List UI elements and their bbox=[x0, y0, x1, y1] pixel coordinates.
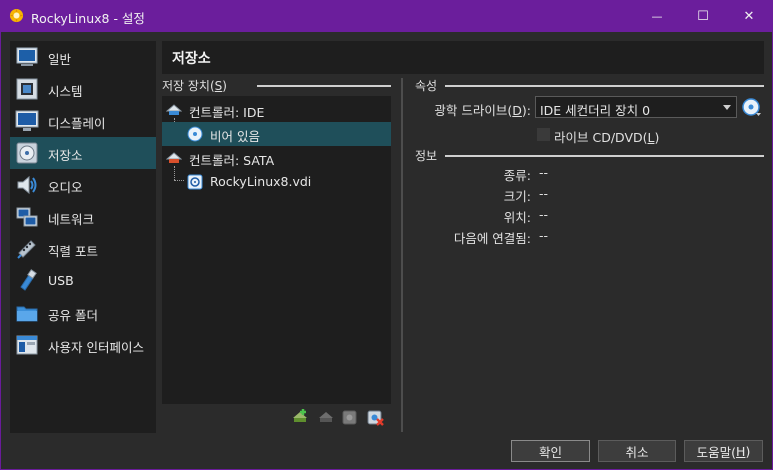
sidebar-item-label: 디스플레이 bbox=[48, 116, 106, 131]
optical-drive-label: 광학 드라이브(D): bbox=[434, 103, 531, 118]
info-type-label: 종류: bbox=[503, 168, 531, 183]
optical-drive-select-value: IDE 세컨더리 장치 0 bbox=[540, 103, 651, 118]
network-icon bbox=[16, 207, 38, 227]
close-button[interactable]: ✕ bbox=[726, 0, 772, 32]
info-section-label: 정보 bbox=[415, 147, 444, 164]
sidebar-item-label: 저장소 bbox=[48, 148, 83, 163]
help-button[interactable]: 도움말(H) bbox=[684, 440, 763, 462]
minimize-icon: — bbox=[651, 9, 663, 23]
settings-window: RockyLinux8 - 설정 — ☐ ✕ 일반 시스템 디스플레이 저장소 … bbox=[0, 0, 773, 470]
remove-controller-icon[interactable] bbox=[366, 408, 384, 426]
live-cd-label: 라이브 CD/DVD(L) bbox=[554, 130, 660, 145]
maximize-button[interactable]: ☐ bbox=[680, 0, 726, 32]
sidebar-item-audio[interactable]: 오디오 bbox=[10, 169, 156, 201]
sidebar-item-label: 직렬 포트 bbox=[48, 244, 98, 259]
add-controller-icon[interactable] bbox=[341, 408, 359, 426]
sidebar-item-network[interactable]: 네트워크 bbox=[10, 201, 156, 233]
attributes-divider bbox=[445, 85, 764, 87]
audio-speaker-icon bbox=[17, 175, 37, 195]
page-title: 저장소 bbox=[172, 51, 211, 67]
close-icon: ✕ bbox=[743, 8, 755, 24]
usb-icon bbox=[20, 269, 37, 291]
sidebar-item-label: 사용자 인터페이스 bbox=[48, 340, 144, 355]
settings-sidebar: 일반 시스템 디스플레이 저장소 오디오 네트워크 직렬 포트 USB 공유 폴… bbox=[10, 41, 156, 433]
tree-item-hard-disk[interactable]: RockyLinux8.vdi bbox=[162, 170, 391, 194]
serial-port-icon bbox=[17, 240, 36, 259]
storage-devices-divider bbox=[257, 85, 391, 87]
sidebar-item-system[interactable]: 시스템 bbox=[10, 73, 156, 105]
sidebar-item-user-interface[interactable]: 사용자 인터페이스 bbox=[10, 329, 156, 361]
sidebar-item-general[interactable]: 일반 bbox=[10, 41, 156, 73]
panel-splitter[interactable] bbox=[401, 78, 403, 432]
sidebar-item-label: 시스템 bbox=[48, 84, 83, 99]
cancel-button[interactable]: 취소 bbox=[598, 440, 676, 462]
sata-controller-icon bbox=[166, 152, 182, 163]
empty-optical-disc-icon bbox=[187, 126, 203, 142]
virtualbox-app-icon bbox=[9, 8, 24, 23]
hard-disk-icon bbox=[187, 174, 203, 190]
info-size-label: 크기: bbox=[503, 189, 531, 204]
ide-controller-icon bbox=[166, 104, 182, 115]
system-chip-icon bbox=[16, 78, 38, 100]
info-divider bbox=[445, 155, 764, 157]
sidebar-item-serial-port[interactable]: 직렬 포트 bbox=[10, 233, 156, 265]
attributes-section-label: 속성 bbox=[415, 77, 444, 94]
storage-devices-label: 저장 장치(S) bbox=[162, 77, 233, 94]
info-size-value: -- bbox=[539, 186, 549, 201]
shared-folder-icon bbox=[16, 306, 38, 322]
general-icon bbox=[16, 47, 38, 66]
page-header: 저장소 bbox=[162, 41, 764, 74]
tree-item-ide-controller[interactable]: 컨트롤러: IDE bbox=[162, 98, 391, 122]
add-attachment-icon[interactable] bbox=[291, 408, 309, 426]
title-bar[interactable]: RockyLinux8 - 설정 — ☐ ✕ bbox=[0, 0, 773, 32]
minimize-button[interactable]: — bbox=[634, 0, 680, 32]
dialog-content: 일반 시스템 디스플레이 저장소 오디오 네트워크 직렬 포트 USB 공유 폴… bbox=[1, 32, 772, 469]
sidebar-item-label: 일반 bbox=[48, 52, 72, 67]
sidebar-item-label: USB bbox=[48, 273, 74, 288]
choose-disk-icon[interactable] bbox=[742, 98, 762, 118]
info-attached-to-label: 다음에 연결됨: bbox=[453, 231, 531, 246]
info-location-value: -- bbox=[539, 207, 549, 222]
sidebar-item-storage[interactable]: 저장소 bbox=[10, 137, 156, 169]
user-interface-icon bbox=[16, 335, 38, 355]
tree-item-sata-controller[interactable]: 컨트롤러: SATA bbox=[162, 146, 391, 170]
sidebar-item-label: 오디오 bbox=[48, 180, 83, 195]
storage-disk-icon bbox=[16, 142, 38, 164]
chevron-down-icon bbox=[723, 105, 731, 110]
storage-tree[interactable]: 컨트롤러: IDE 비어 있음 컨트롤러: SATA RockyLinux8.v… bbox=[162, 96, 391, 404]
display-monitor-icon bbox=[15, 110, 39, 131]
sidebar-item-usb[interactable]: USB bbox=[10, 265, 156, 297]
remove-attachment-icon[interactable] bbox=[317, 408, 335, 426]
maximize-icon: ☐ bbox=[697, 8, 709, 24]
sidebar-item-display[interactable]: 디스플레이 bbox=[10, 105, 156, 137]
info-location-label: 위치: bbox=[503, 210, 531, 225]
window-title: RockyLinux8 - 설정 bbox=[31, 11, 145, 26]
live-cd-checkbox[interactable] bbox=[537, 128, 550, 141]
optical-drive-select[interactable]: IDE 세컨더리 장치 0 bbox=[535, 96, 737, 118]
sidebar-item-label: 네트워크 bbox=[48, 212, 95, 227]
sidebar-item-label: 공유 폴더 bbox=[48, 308, 98, 323]
info-attached-to-value: -- bbox=[539, 228, 549, 243]
sidebar-item-shared-folders[interactable]: 공유 폴더 bbox=[10, 297, 156, 329]
ok-button[interactable]: 확인 bbox=[511, 440, 590, 462]
info-type-value: -- bbox=[539, 165, 549, 180]
tree-item-empty-optical[interactable]: 비어 있음 bbox=[162, 122, 391, 146]
